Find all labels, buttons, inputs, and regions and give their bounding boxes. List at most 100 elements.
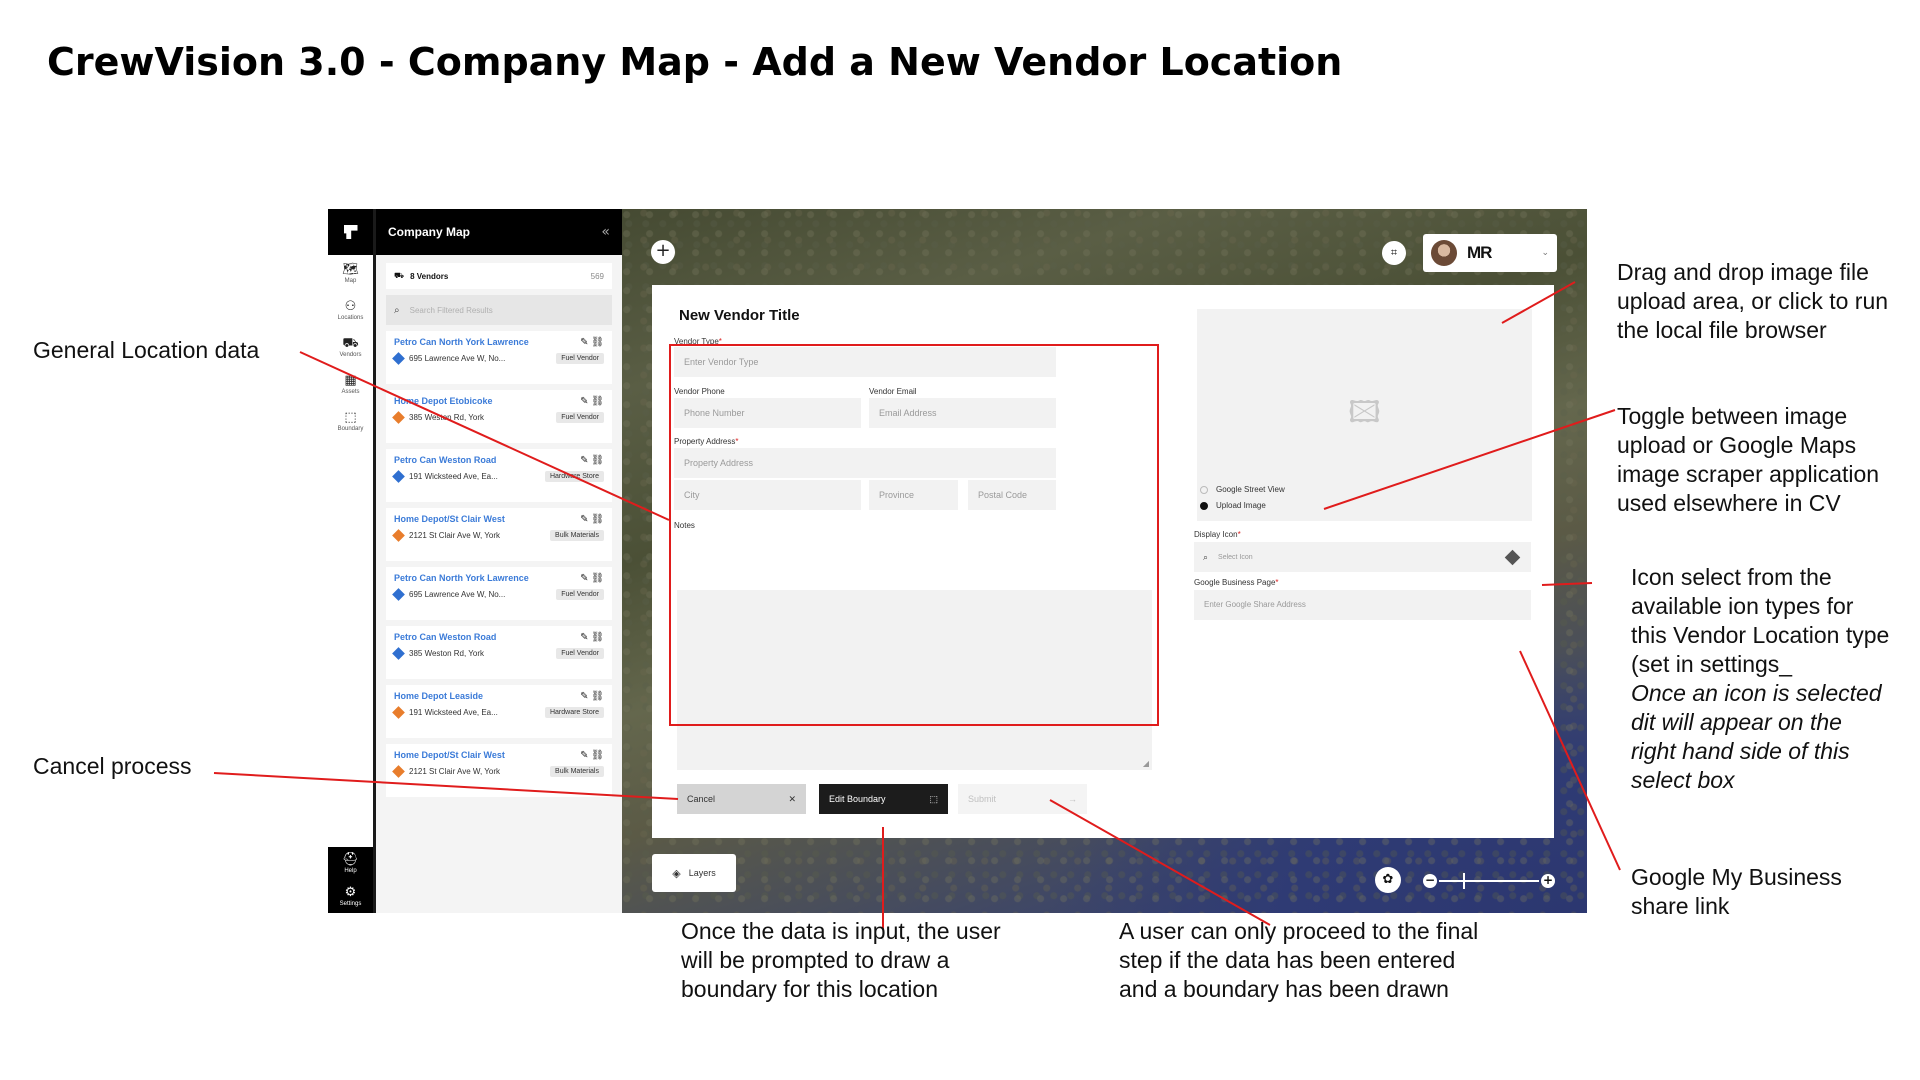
scan-icon[interactable]: ⌗ <box>1382 241 1406 265</box>
vendor-card[interactable]: Petro Can North York Lawrence ✎ ⛓ 695 Lawr… <box>386 331 612 384</box>
rail-item-label: Vendors <box>339 352 362 358</box>
add-plus-button[interactable]: + <box>651 240 675 264</box>
submit-button[interactable]: Submit → <box>958 784 1087 814</box>
vendor-name[interactable]: Home Depot Leaside <box>394 691 604 701</box>
vendor-name[interactable]: Petro Can North York Lawrence <box>394 337 604 347</box>
edit-boundary-button[interactable]: Edit Boundary ⬚ <box>819 784 948 814</box>
chevron-down-icon[interactable]: ⌄ <box>1541 248 1549 258</box>
radio-street-view-dot[interactable] <box>1200 485 1208 494</box>
radio-upload-image[interactable]: Upload Image <box>1200 501 1266 510</box>
panel-header: Company Map « <box>376 209 622 255</box>
vendor-name[interactable]: Petro Can Weston Road <box>394 455 604 465</box>
edit-link-icons[interactable]: ✎ ⛓ <box>580 573 604 584</box>
annotation-cancel: Cancel process <box>33 753 192 779</box>
modal-title: New Vendor Title <box>679 307 800 324</box>
vendor-name[interactable]: Home Depot Etobicoke <box>394 396 604 406</box>
rail-item-map[interactable]: 🗺 Map <box>328 255 373 292</box>
settings-icon: ⚙ <box>344 885 357 900</box>
radio-upload-image-dot[interactable] <box>1200 501 1208 510</box>
zoom-slider-track[interactable] <box>1439 880 1539 882</box>
vendor-card[interactable]: Home Depot Etobicoke ✎ ⛓ 385 Weston Rd, Yo… <box>386 390 612 443</box>
rail-bottom: ⛑ Help ⚙ Settings <box>328 847 373 913</box>
annotation-general-location: General Location data <box>33 337 260 363</box>
rail-item-settings[interactable]: ⚙ Settings <box>328 880 373 913</box>
display-icon-placeholder: Select Icon <box>1218 553 1253 561</box>
avatar[interactable] <box>1431 240 1457 266</box>
vendor-address: 191 Wicksteed Ave, Ea... <box>409 708 498 717</box>
zoom-in-button[interactable]: + <box>1541 874 1555 888</box>
edit-link-icons[interactable]: ✎ ⛓ <box>580 691 604 702</box>
map-style-icon[interactable]: ✿ <box>1375 867 1401 893</box>
rail-item-boundary[interactable]: ⬚ Boundary <box>328 403 373 440</box>
radio-street-view[interactable]: Google Street View <box>1200 485 1285 494</box>
edit-link-icons[interactable]: ✎ ⛓ <box>580 514 604 525</box>
location-pin-icon <box>392 411 405 424</box>
vendor-name[interactable]: Petro Can North York Lawrence <box>394 573 604 583</box>
vendor-address: 2121 St Clair Ave W, York <box>409 531 501 540</box>
vendors-icon: ⛟ <box>342 336 359 351</box>
vendor-name[interactable]: Home Depot/St Clair West <box>394 750 604 760</box>
rail-item-vendors[interactable]: ⛟ Vendors <box>328 329 373 366</box>
edit-link-icons[interactable]: ✎ ⛓ <box>580 750 604 761</box>
annotation-boundary-prompt: Once the data is input, the user will be … <box>681 918 1001 1002</box>
rail-item-label: Locations <box>337 315 364 321</box>
rail-item-help[interactable]: ⛑ Help <box>328 847 373 880</box>
vendor-details-row: 191 Wicksteed Ave, Ea... Hardware Store <box>392 706 604 719</box>
vendor-address: 695 Lawrence Ave W, No... <box>409 590 506 599</box>
search-icon: ⌕ <box>1203 551 1209 562</box>
google-business-field[interactable]: Enter Google Share Address <box>1194 590 1531 620</box>
annotation-drag-drop: Drag and drop image file upload area, or … <box>1617 259 1889 343</box>
add-image-icon: 🖾 <box>1348 395 1381 429</box>
annotation-icon-select: Icon select from the available ion types … <box>1631 564 1890 793</box>
location-pin-icon <box>392 470 405 483</box>
vendor-address: 385 Weston Rd, York <box>409 413 485 422</box>
vendor-card[interactable]: Home Depot Leaside ✎ ⛓ 191 Wicksteed Ave, … <box>386 685 612 738</box>
rail-item-locations[interactable]: ⚇ Locations <box>328 292 373 329</box>
vendor-count-label: 8 Vendors <box>410 271 449 281</box>
edit-link-icons[interactable]: ✎ ⛓ <box>580 337 604 348</box>
vendor-card[interactable]: Petro Can Weston Road ✎ ⛓ 191 Wicksteed Av… <box>386 449 612 502</box>
panel-search-input[interactable]: ⌕ Search Filtered Results <box>386 295 612 325</box>
annotation-final-step: A user can only proceed to the final step… <box>1119 918 1479 1002</box>
panel-title: Company Map <box>388 225 471 239</box>
vendors-icon: ⛟ <box>394 271 405 280</box>
cancel-button[interactable]: Cancel ✕ <box>677 784 806 814</box>
edit-link-icons[interactable]: ✎ ⛓ <box>580 632 604 643</box>
collapse-icon[interactable]: « <box>601 224 610 240</box>
display-icon-select[interactable]: ⌕ Select Icon <box>1194 542 1531 572</box>
vendor-address: 695 Lawrence Ave W, No... <box>409 354 506 363</box>
location-pin-icon <box>392 706 405 719</box>
vendor-details-row: 385 Weston Rd, York Fuel Vendor <box>392 647 604 660</box>
account-menu[interactable]: MR ⌄ <box>1423 234 1557 272</box>
resize-handle-icon[interactable]: ◢ <box>1143 759 1149 768</box>
location-pin-icon <box>392 529 405 542</box>
vendor-card[interactable]: Home Depot/St Clair West ✎ ⛓ 2121 St Clair… <box>386 508 612 561</box>
vendor-address: 385 Weston Rd, York <box>409 649 485 658</box>
vendor-details-row: 2121 St Clair Ave W, York Bulk Materials <box>392 529 604 542</box>
radio-upload-image-label: Upload Image <box>1216 501 1266 510</box>
vendor-card[interactable]: Petro Can North York Lawrence ✎ ⛓ 695 Lawr… <box>386 567 612 620</box>
layers-label: Layers <box>688 868 716 878</box>
location-pin-icon <box>392 765 405 778</box>
edit-link-icons[interactable]: ✎ ⛓ <box>580 455 604 466</box>
nav-rail: 🗺 Map ⚇ Locations ⛟ Vendors ▦ Assets ⬚ Boundary ⛑… <box>328 209 376 913</box>
layers-button[interactable]: ◈ Layers <box>652 854 736 892</box>
rail-item-label: Settings <box>339 901 362 907</box>
vendor-name[interactable]: Home Depot/St Clair West <box>394 514 604 524</box>
vendor-list: Petro Can North York Lawrence ✎ ⛓ 695 Lawr… <box>376 331 622 797</box>
zoom-slider-thumb[interactable] <box>1463 873 1465 889</box>
zoom-out-button[interactable]: − <box>1423 874 1437 888</box>
rail-item-assets[interactable]: ▦ Assets <box>328 366 373 403</box>
location-pin-icon <box>392 588 405 601</box>
vendor-name[interactable]: Petro Can Weston Road <box>394 632 604 642</box>
locations-icon: ⚇ <box>344 299 357 314</box>
vendor-card[interactable]: Petro Can Weston Road ✎ ⛓ 385 Weston Rd, Y… <box>386 626 612 679</box>
app-logo[interactable] <box>328 209 373 255</box>
vendor-tag-badge: Fuel Vendor <box>556 412 604 423</box>
vendor-tag-badge: Fuel Vendor <box>556 648 604 659</box>
vendor-card[interactable]: Home Depot/St Clair West ✎ ⛓ 2121 St Clair… <box>386 744 612 797</box>
vendor-count-row[interactable]: ⛟ 8 Vendors 569 <box>386 263 612 289</box>
edit-link-icons[interactable]: ✎ ⛓ <box>580 396 604 407</box>
brand-logo: MR <box>1467 243 1492 262</box>
location-pin-icon <box>392 647 405 660</box>
